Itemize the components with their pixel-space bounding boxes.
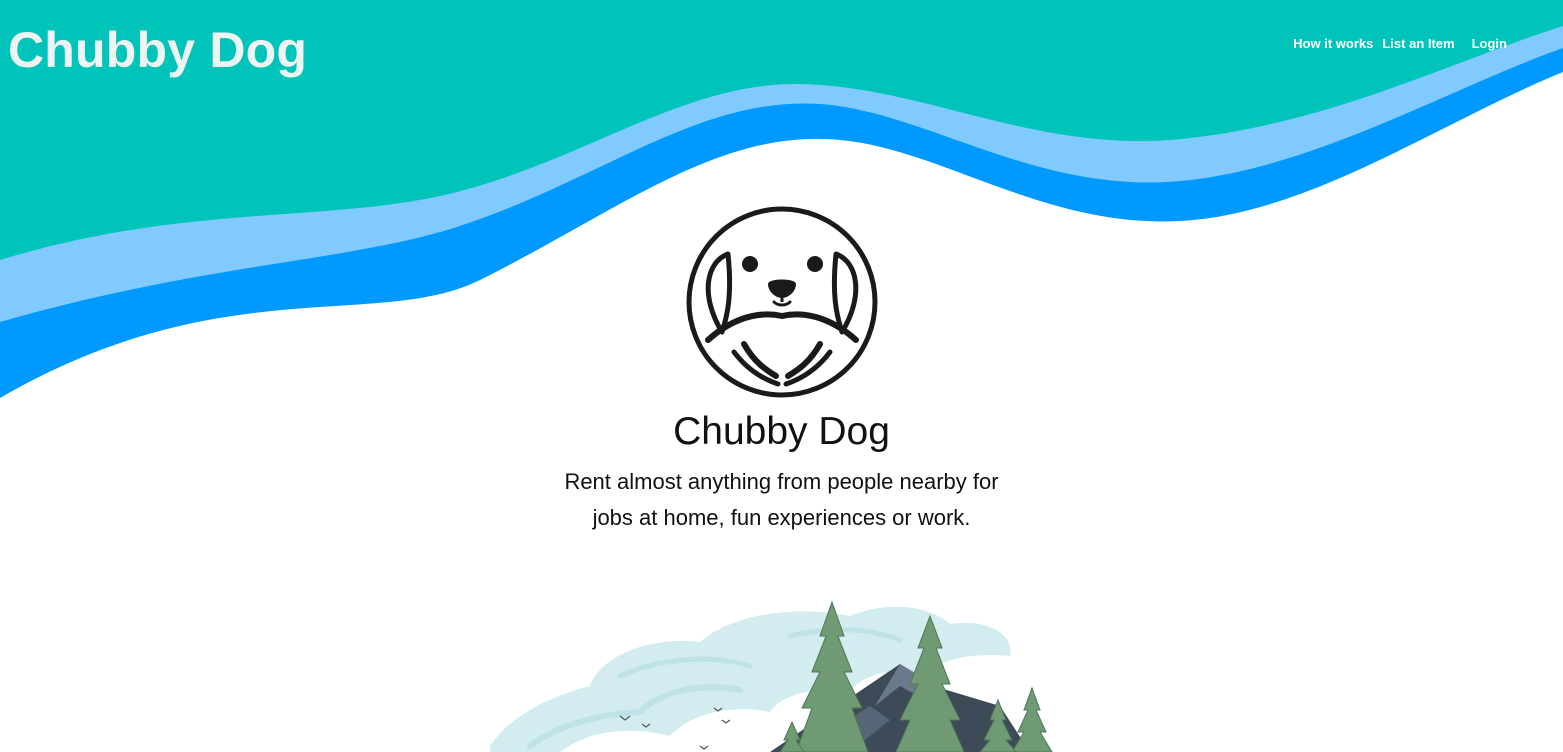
forest-mountain-illustration [490, 600, 1053, 752]
hero-section: Chubby Dog Rent almost anything from peo… [0, 204, 1563, 536]
hero-tagline: Rent almost anything from people nearby … [564, 469, 999, 530]
top-nav: How it works List an Item Login [1293, 36, 1507, 52]
chubby-dog-logo-icon [686, 206, 877, 398]
hero-title: Chubby Dog [673, 410, 890, 453]
nav-login-link[interactable]: Login [1472, 36, 1507, 52]
landing-page: Chubby Dog How it works List an Item Log… [0, 0, 1563, 752]
nav-list-item-link[interactable]: List an Item [1382, 36, 1454, 52]
site-logo[interactable]: Chubby Dog [8, 20, 307, 80]
nav-how-it-works-link[interactable]: How it works [1293, 36, 1373, 52]
